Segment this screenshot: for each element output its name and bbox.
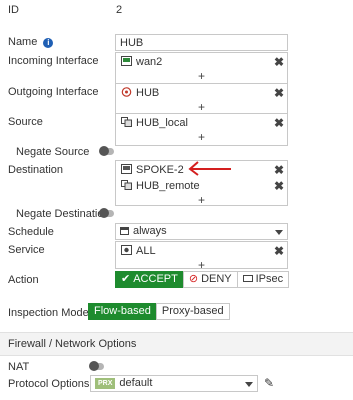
service-label: Service bbox=[8, 244, 45, 256]
ipsec-button[interactable]: IPsec bbox=[236, 271, 290, 288]
address-icon bbox=[121, 180, 132, 190]
negate-source-label: Negate Source bbox=[16, 146, 90, 158]
source-list[interactable]: HUB_local ✖ + bbox=[115, 113, 288, 146]
list-item: HUB_local ✖ bbox=[116, 116, 287, 130]
check-icon: ✔ bbox=[121, 273, 131, 285]
schedule-select[interactable]: always bbox=[115, 223, 288, 240]
deny-button[interactable]: ⊘ DENY bbox=[182, 271, 238, 288]
add-entry-icon[interactable]: + bbox=[116, 258, 287, 272]
negate-destination-label: Negate Destination bbox=[16, 208, 110, 220]
id-value: 2 bbox=[116, 4, 123, 16]
nat-toggle[interactable] bbox=[89, 361, 104, 371]
schedule-label: Schedule bbox=[8, 226, 54, 238]
inspection-mode-group: Flow-based Proxy-based bbox=[88, 303, 230, 320]
list-item: HUB ✖ bbox=[116, 86, 287, 100]
add-entry-icon[interactable]: + bbox=[116, 193, 287, 207]
proxy-badge: PRX bbox=[95, 378, 116, 389]
list-item: HUB_remote ✖ bbox=[116, 179, 287, 193]
name-input[interactable]: HUB bbox=[115, 34, 288, 51]
section-title: Firewall / Network Options bbox=[8, 338, 137, 350]
protocol-options-select[interactable]: PRX default bbox=[90, 375, 258, 392]
remove-icon[interactable]: ✖ bbox=[274, 179, 284, 193]
chevron-down-icon bbox=[245, 382, 253, 387]
flow-based-button[interactable]: Flow-based bbox=[88, 303, 157, 320]
negate-source-toggle[interactable] bbox=[99, 146, 114, 156]
add-entry-icon[interactable]: + bbox=[116, 100, 287, 114]
remove-icon[interactable]: ✖ bbox=[274, 55, 284, 69]
ipsec-icon bbox=[242, 275, 253, 282]
edit-pencil-icon[interactable]: ✎ bbox=[264, 376, 274, 390]
tunnel-icon bbox=[121, 87, 132, 97]
negate-destination-toggle[interactable] bbox=[99, 208, 114, 218]
remove-icon[interactable]: ✖ bbox=[274, 116, 284, 130]
action-button-group: ✔ ACCEPT ⊘ DENY IPsec bbox=[115, 271, 290, 288]
accept-button[interactable]: ✔ ACCEPT bbox=[115, 271, 184, 288]
name-label: Name i bbox=[8, 36, 54, 48]
outgoing-interface-label: Outgoing Interface bbox=[8, 86, 99, 98]
outgoing-interface-list[interactable]: HUB ✖ + bbox=[115, 83, 288, 116]
list-item: ALL ✖ bbox=[116, 244, 287, 258]
address-icon bbox=[121, 164, 132, 174]
incoming-interface-list[interactable]: wan2 ✖ + bbox=[115, 52, 288, 85]
remove-icon[interactable]: ✖ bbox=[274, 163, 284, 177]
chevron-down-icon bbox=[275, 230, 283, 235]
destination-label: Destination bbox=[8, 164, 64, 176]
address-icon bbox=[121, 117, 132, 127]
list-item: wan2 ✖ bbox=[116, 55, 287, 69]
service-icon bbox=[121, 245, 132, 255]
interface-port-icon bbox=[121, 56, 132, 66]
calendar-icon bbox=[120, 227, 129, 235]
proxy-based-button[interactable]: Proxy-based bbox=[155, 303, 230, 320]
source-label: Source bbox=[8, 116, 43, 128]
section-header: Firewall / Network Options bbox=[0, 332, 353, 356]
deny-icon: ⊘ bbox=[188, 273, 199, 285]
inspection-mode-label: Inspection Mode bbox=[8, 307, 89, 319]
action-label: Action bbox=[8, 274, 39, 286]
incoming-interface-label: Incoming Interface bbox=[8, 55, 99, 67]
protocol-options-label: Protocol Options bbox=[8, 378, 90, 390]
red-arrow-annotation bbox=[188, 161, 231, 176]
remove-icon[interactable]: ✖ bbox=[274, 244, 284, 258]
nat-label: NAT bbox=[8, 361, 30, 373]
add-entry-icon[interactable]: + bbox=[116, 69, 287, 83]
info-icon[interactable]: i bbox=[43, 38, 54, 48]
id-label: ID bbox=[8, 4, 19, 16]
add-entry-icon[interactable]: + bbox=[116, 130, 287, 144]
remove-icon[interactable]: ✖ bbox=[274, 86, 284, 100]
service-list[interactable]: ALL ✖ + bbox=[115, 241, 288, 272]
